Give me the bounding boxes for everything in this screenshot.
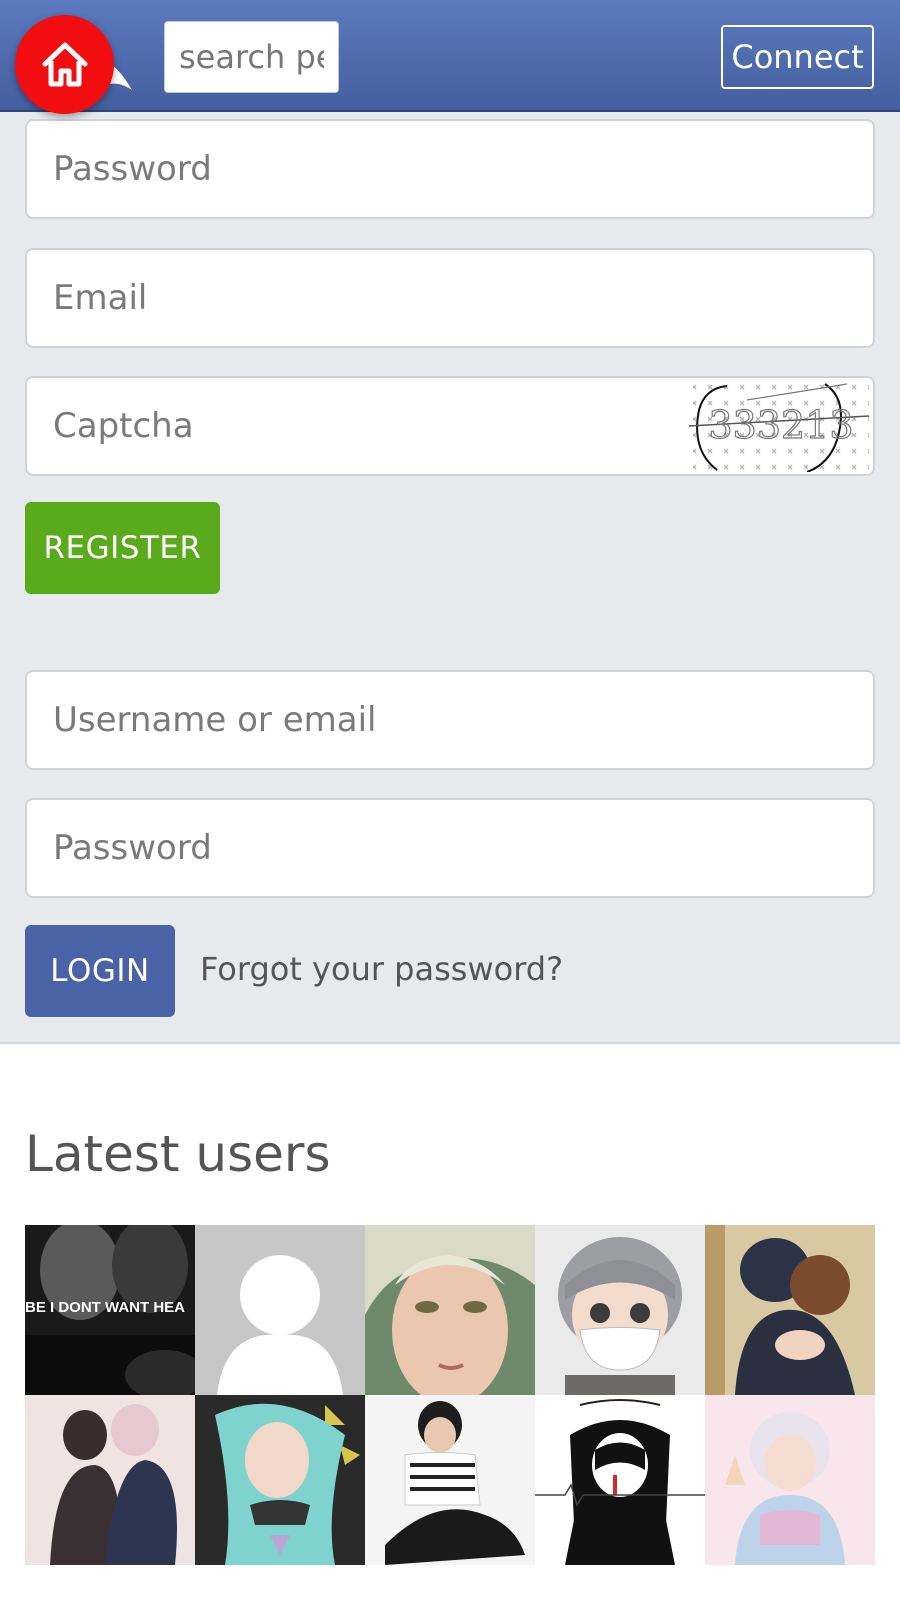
user-avatar[interactable] [705,1395,875,1565]
login-username-field[interactable] [25,670,875,770]
search-input[interactable] [164,21,339,93]
user-avatar[interactable]: BE I DONT WANT HEA [25,1225,195,1395]
login-button[interactable]: LOGIN [25,925,175,1017]
captcha-text: 333213 [708,403,853,447]
home-button[interactable] [15,15,114,114]
user-avatar[interactable] [705,1225,875,1395]
user-avatar[interactable] [25,1395,195,1565]
latest-users-heading: Latest users [25,1125,331,1183]
top-navigation-bar: Connect [0,0,900,114]
user-avatar[interactable] [365,1225,535,1395]
user-avatar[interactable] [195,1395,365,1565]
captcha-group: 333213 [25,376,875,476]
home-icon [42,42,87,86]
user-avatar[interactable] [535,1395,705,1565]
connect-button[interactable]: Connect [721,25,874,89]
avatar-caption: BE I DONT WANT HEA [25,1299,185,1316]
latest-users-grid: BE I DONT WANT HEA [25,1225,875,1565]
captcha-image: 333213 [687,380,871,472]
register-password-field[interactable] [25,119,875,219]
register-button[interactable]: REGISTER [25,502,220,594]
user-avatar[interactable] [195,1225,365,1395]
user-avatar[interactable] [535,1225,705,1395]
user-avatar[interactable] [365,1395,535,1565]
auth-forms: 333213 REGISTER LOGIN Forgot your passwo… [0,112,900,1044]
login-password-field[interactable] [25,798,875,898]
default-avatar-icon [195,1225,365,1395]
register-email-field[interactable] [25,248,875,348]
forgot-password-link[interactable]: Forgot your password? [200,950,563,988]
